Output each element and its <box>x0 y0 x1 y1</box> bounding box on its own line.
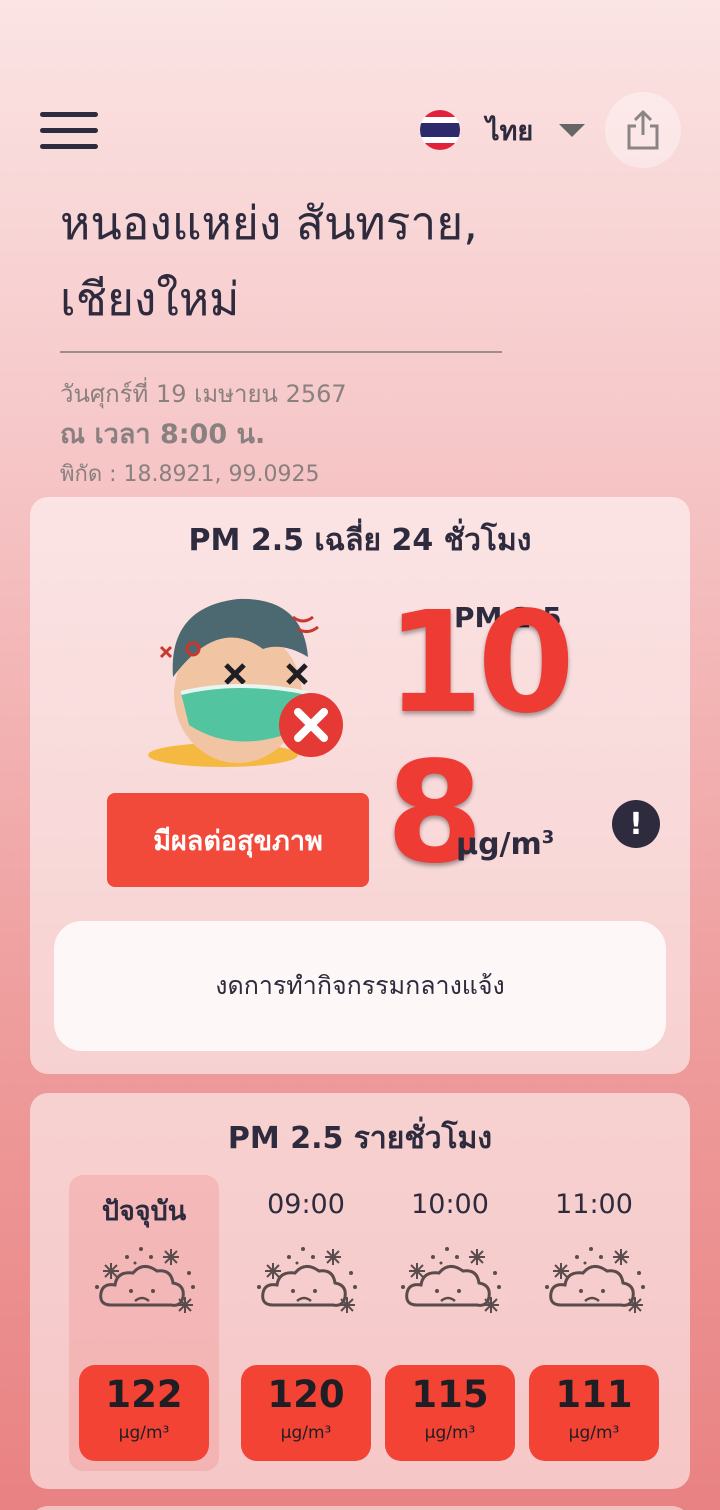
hour-value: 120 <box>267 1373 345 1416</box>
hour-value-badge[interactable]: 120 µg/m³ <box>241 1365 371 1461</box>
thai-flag-icon <box>420 110 460 150</box>
hour-value-badge[interactable]: 122 µg/m³ <box>79 1365 209 1461</box>
advice-box: งดการทำกิจกรรมกลางแจ้ง <box>54 921 666 1051</box>
hour-value: 115 <box>411 1373 489 1416</box>
hour-value-badge[interactable]: 115 µg/m³ <box>385 1365 515 1461</box>
chevron-down-icon <box>559 123 586 137</box>
date-text: วันศุกร์ที่ 19 เมษายน 2567 <box>60 380 347 408</box>
hourly-card-title: PM 2.5 รายชั่วโมง <box>227 1121 493 1156</box>
health-status-badge[interactable]: มีผลต่อสุขภาพ <box>107 793 369 887</box>
hour-label: 11:00 <box>555 1189 633 1220</box>
hour-column-0900[interactable]: 09:00 120 µg/m³ <box>231 1175 381 1471</box>
hour-unit: µg/m³ <box>568 1423 620 1443</box>
sad-cloud-haze-icon <box>95 1247 195 1313</box>
language-label: ไทย <box>486 115 534 147</box>
hour-unit: µg/m³ <box>280 1423 332 1443</box>
daily-pm25-card: PM 2.5 เฉลี่ย 24 ชั่วโมง PM 2.5 108 µg/m… <box>30 497 690 1074</box>
sad-cloud-haze-icon <box>545 1247 645 1313</box>
hour-label: 09:00 <box>267 1189 345 1220</box>
next-card-peek <box>30 1506 690 1510</box>
share-button[interactable] <box>605 92 681 168</box>
advice-text: งดการทำกิจกรรมกลางแจ้ง <box>215 971 505 1000</box>
hour-column-1000[interactable]: 10:00 115 µg/m³ <box>375 1175 525 1471</box>
hour-column-current[interactable]: ปัจจุบัน 122 µg/m³ <box>69 1175 219 1471</box>
hour-unit: µg/m³ <box>424 1423 476 1443</box>
language-selector[interactable]: ไทย <box>420 108 586 152</box>
hourly-pm25-card: PM 2.5 รายชั่วโมง ปัจจุบัน 122 µg/m³ 09:… <box>30 1093 690 1489</box>
coordinates-text: พิกัด : 18.8921, 99.0925 <box>60 462 320 487</box>
top-bar: ไทย <box>0 0 720 180</box>
hamburger-menu-icon[interactable] <box>40 112 98 150</box>
time-text: ณ เวลา 8:00 น. <box>60 419 266 450</box>
hour-column-1100[interactable]: 11:00 111 µg/m³ <box>519 1175 669 1471</box>
hour-value-badge[interactable]: 111 µg/m³ <box>529 1365 659 1461</box>
hour-label: 10:00 <box>411 1189 489 1220</box>
sick-face-mask-icon <box>148 598 343 767</box>
pm25-unit: µg/m3 <box>456 827 555 862</box>
sad-cloud-haze-icon <box>257 1247 357 1313</box>
hour-label: ปัจจุบัน <box>101 1196 187 1227</box>
divider <box>60 351 502 353</box>
location-title: หนองแหย่ง สันทราย, เชียงใหม่ <box>60 196 478 326</box>
info-icon[interactable]: ! <box>612 800 660 848</box>
hour-value: 111 <box>555 1373 633 1416</box>
sad-cloud-haze-icon <box>401 1247 501 1313</box>
daily-card-title: PM 2.5 เฉลี่ย 24 ชั่วโมง <box>188 523 532 558</box>
hour-value: 122 <box>105 1373 183 1416</box>
share-icon <box>627 110 659 150</box>
hour-unit: µg/m³ <box>118 1423 170 1443</box>
